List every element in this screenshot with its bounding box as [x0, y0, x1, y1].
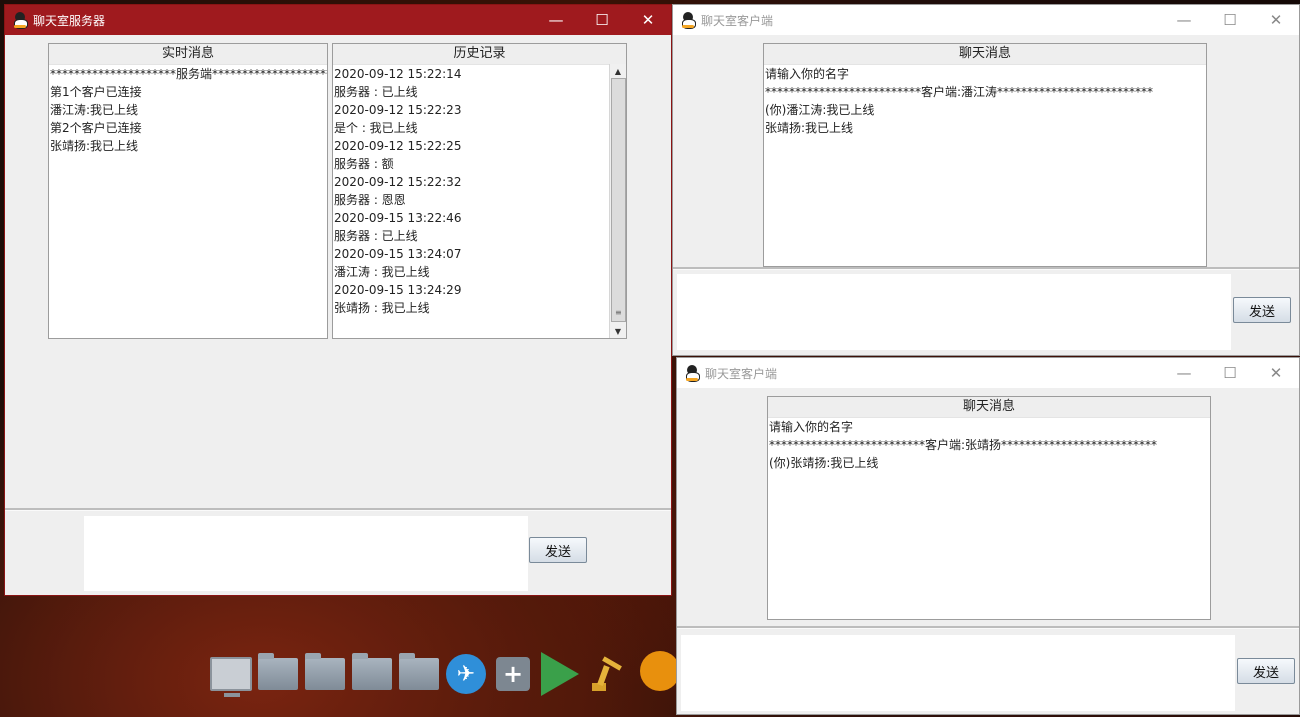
list-item: 请输入你的名字: [769, 420, 854, 434]
chat-messages-header: 聊天消息: [764, 44, 1206, 65]
realtime-messages-panel[interactable]: 实时消息 *********************服务端***********…: [48, 43, 328, 339]
split-divider[interactable]: [5, 508, 671, 511]
list-item: 张靖扬:我已上线: [765, 121, 854, 135]
list-item: 服务器 : 已上线: [334, 85, 418, 99]
qq-penguin-icon: [685, 365, 700, 382]
qq-penguin-icon: [681, 12, 696, 29]
desktop-dock: ✈ +: [210, 650, 628, 698]
list-item: 2020-09-15 13:24:29: [334, 283, 462, 297]
list-item: **************************客户端:张靖扬*******…: [769, 438, 1158, 452]
list-item: 第2个客户已连接: [50, 121, 142, 135]
plus-app-icon[interactable]: +: [492, 654, 534, 694]
list-item: (你)张靖扬:我已上线: [769, 456, 879, 470]
history-panel[interactable]: 历史记录 2020-09-12 15:22:14 服务器 : 已上线 2020-…: [332, 43, 627, 339]
list-item: 2020-09-15 13:22:46: [334, 211, 462, 225]
list-item: 2020-09-12 15:22:23: [334, 103, 462, 117]
list-item: 2020-09-12 15:22:32: [334, 175, 462, 189]
monitor-icon[interactable]: [210, 654, 252, 697]
message-input[interactable]: [677, 274, 1231, 350]
client-window-1: 聊天室客户端 — ☐ ✕ 聊天消息 请输入你的名字 **************…: [672, 4, 1300, 356]
message-input[interactable]: [681, 635, 1235, 711]
list-item: 潘江涛:我已上线: [50, 103, 139, 117]
maximize-button[interactable]: ☐: [1207, 5, 1253, 35]
history-header: 历史记录: [333, 44, 626, 65]
list-item: 第1个客户已连接: [50, 85, 142, 99]
list-item: 2020-09-12 15:22:14: [334, 67, 462, 81]
chat-messages-panel[interactable]: 聊天消息 请输入你的名字 **************************客…: [763, 43, 1207, 267]
play-store-icon[interactable]: [539, 652, 581, 696]
list-item: 服务器 : 额: [334, 157, 394, 171]
list-item: 请输入你的名字: [765, 67, 850, 81]
list-item: 是个 : 我已上线: [334, 121, 418, 135]
list-item: *********************服务端****************…: [50, 67, 328, 81]
client-titlebar[interactable]: 聊天室客户端 — ☐ ✕: [677, 358, 1299, 388]
list-item: 服务器 : 恩恩: [334, 193, 406, 207]
minimize-button[interactable]: —: [1161, 358, 1207, 388]
split-divider[interactable]: [673, 267, 1299, 270]
server-window: 聊天室服务器 — ☐ ✕ 实时消息 *********************服…: [4, 4, 672, 596]
close-button[interactable]: ✕: [1253, 5, 1299, 35]
list-item: 2020-09-12 15:22:25: [334, 139, 462, 153]
close-button[interactable]: ✕: [1253, 358, 1299, 388]
list-item: 张靖扬 : 我已上线: [334, 301, 430, 315]
window-title: 聊天室客户端: [701, 13, 774, 28]
close-button[interactable]: ✕: [625, 5, 671, 35]
list-item: 服务器 : 已上线: [334, 229, 418, 243]
realtime-messages-header: 实时消息: [49, 44, 327, 65]
folder-monitor-icon[interactable]: [304, 653, 346, 694]
send-button[interactable]: 发送: [1233, 297, 1291, 323]
bird-app-icon[interactable]: ✈: [445, 654, 487, 694]
folder-icon[interactable]: [398, 653, 440, 694]
scroll-down-arrow-icon[interactable]: ▼: [610, 324, 626, 338]
chat-messages-header: 聊天消息: [768, 397, 1210, 418]
list-item: 2020-09-15 13:24:07: [334, 247, 462, 261]
split-divider[interactable]: [677, 626, 1299, 629]
list-item: (你)潘江涛:我已上线: [765, 103, 875, 117]
server-titlebar[interactable]: 聊天室服务器 — ☐ ✕: [5, 5, 671, 35]
list-item: 张靖扬:我已上线: [50, 139, 139, 153]
scroll-up-arrow-icon[interactable]: ▲: [610, 64, 626, 78]
orange-app-icon[interactable]: [640, 651, 680, 691]
history-scrollbar[interactable]: ▲ ≡ ▼: [609, 64, 626, 338]
window-title: 聊天室服务器: [33, 13, 106, 28]
qq-penguin-icon: [13, 12, 28, 29]
folder-file-icon[interactable]: [257, 653, 299, 694]
scroll-thumb[interactable]: ≡: [611, 78, 626, 322]
client-window-2: 聊天室客户端 — ☐ ✕ 聊天消息 请输入你的名字 **************…: [676, 357, 1300, 715]
folder-icon[interactable]: [351, 653, 393, 694]
client-titlebar[interactable]: 聊天室客户端 — ☐ ✕: [673, 5, 1299, 35]
minimize-button[interactable]: —: [1161, 5, 1207, 35]
send-button[interactable]: 发送: [1237, 658, 1295, 684]
chat-messages-panel[interactable]: 聊天消息 请输入你的名字 **************************客…: [767, 396, 1211, 620]
maximize-button[interactable]: ☐: [579, 5, 625, 35]
list-item: **************************客户端:潘江涛*******…: [765, 85, 1154, 99]
window-title: 聊天室客户端: [705, 366, 778, 381]
send-button[interactable]: 发送: [529, 537, 587, 563]
list-item: 潘江涛 : 我已上线: [334, 265, 430, 279]
robot-arm-icon[interactable]: [586, 654, 628, 694]
maximize-button[interactable]: ☐: [1207, 358, 1253, 388]
message-input[interactable]: [84, 516, 528, 591]
minimize-button[interactable]: —: [533, 5, 579, 35]
